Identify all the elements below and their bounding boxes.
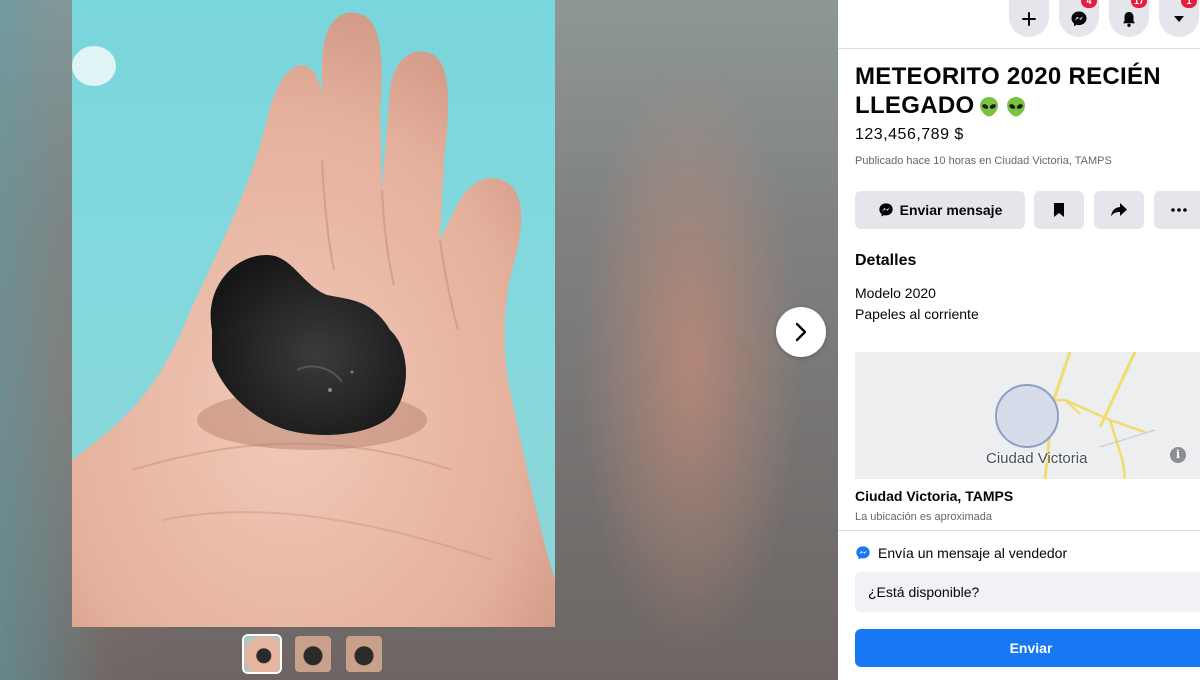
detail-item: Papeles al corriente [855, 306, 979, 322]
share-button[interactable] [1094, 191, 1144, 229]
messenger-icon [856, 546, 870, 560]
message-seller-heading: Envía un mensaje al vendedor [855, 545, 1067, 561]
listing-title: METEORITO 2020 RECIÉN LLEGADO [855, 62, 1195, 120]
message-input[interactable] [855, 572, 1200, 612]
account-menu-button[interactable]: 1 [1159, 0, 1199, 37]
listing-side-panel: 4 17 1 METEORITO 2020 RECIÉN LLEGADO 123… [838, 0, 1200, 680]
listing-photo [72, 0, 555, 627]
detail-item: Modelo 2020 [855, 285, 936, 301]
messenger-badge: 4 [1081, 0, 1097, 8]
bookmark-icon [1054, 203, 1064, 217]
divider [838, 530, 1200, 531]
details-heading: Detalles [855, 252, 917, 269]
hand-with-meteorite-image [72, 12, 555, 627]
send-message-label: Enviar mensaje [899, 202, 1003, 218]
plus-icon [1022, 11, 1036, 26]
location-note: La ubicación es aproximada [855, 511, 992, 523]
more-options-button[interactable] [1154, 191, 1200, 229]
caret-down-icon [1174, 15, 1184, 22]
info-icon[interactable]: i [1170, 447, 1186, 463]
location-name: Ciudad Victoria, TAMPS [855, 488, 1014, 504]
send-button[interactable]: Enviar [855, 629, 1200, 667]
bell-icon [1123, 11, 1135, 27]
message-seller-label: Envía un mensaje al vendedor [878, 545, 1068, 561]
photo-thumbnail[interactable] [346, 636, 382, 672]
photo-thumbnail[interactable] [242, 634, 282, 674]
alien-icon [980, 96, 999, 117]
listing-posted-info: Publicado hace 10 horas en Ciudad Victor… [855, 155, 1112, 167]
chevron-right-icon [795, 322, 807, 342]
save-button[interactable] [1034, 191, 1084, 229]
map-city-label: Ciudad Victoria [986, 450, 1088, 467]
share-icon [1111, 203, 1127, 217]
divider [838, 48, 1200, 49]
messenger-icon [878, 203, 893, 217]
send-message-button[interactable]: Enviar mensaje [855, 191, 1025, 229]
messenger-icon [1071, 11, 1087, 26]
location-map[interactable]: Ciudad Victoria i [855, 352, 1200, 479]
menu-badge: 1 [1181, 0, 1197, 8]
photo-viewer [0, 0, 838, 680]
notifications-button[interactable]: 17 [1109, 0, 1149, 37]
next-photo-button[interactable] [776, 307, 826, 357]
listing-price: 123,456,789 $ [855, 126, 964, 143]
create-button[interactable] [1009, 0, 1049, 37]
messenger-button[interactable]: 4 [1059, 0, 1099, 37]
notifications-badge: 17 [1130, 0, 1147, 8]
alien-icon [1007, 96, 1026, 117]
photo-thumbnail[interactable] [295, 636, 331, 672]
more-icon [1171, 208, 1187, 212]
